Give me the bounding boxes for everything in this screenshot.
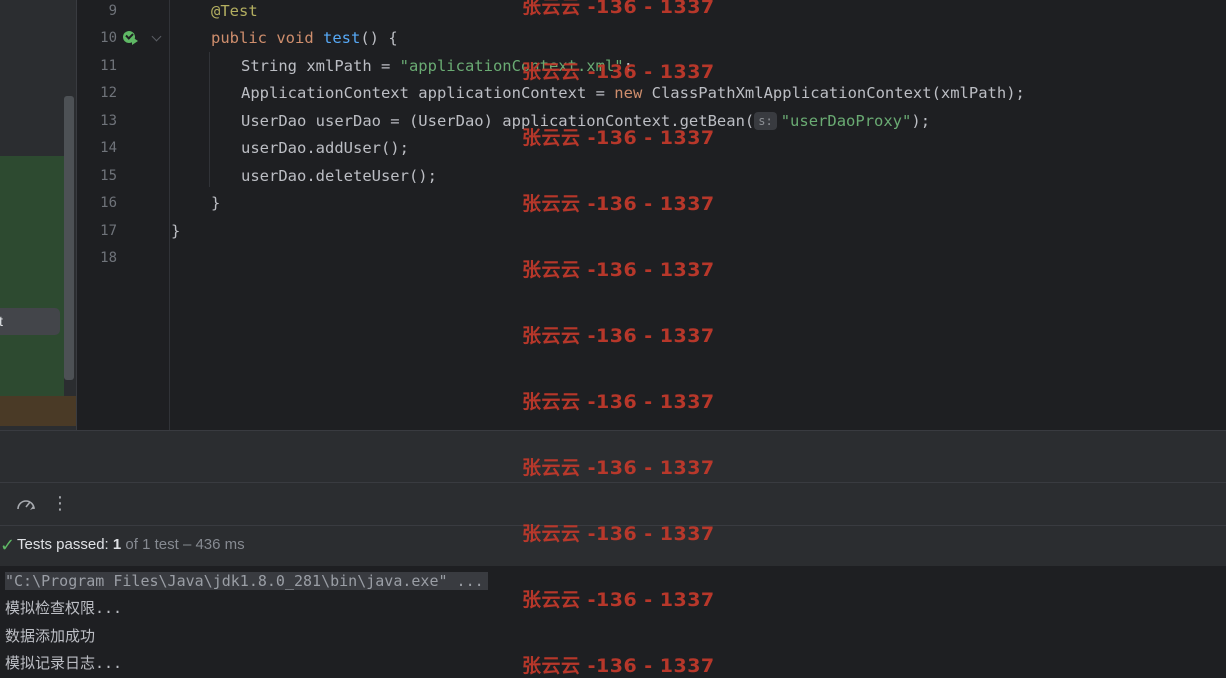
line-number: 16 [100, 195, 117, 211]
code-line-17: } [171, 222, 181, 240]
code-line-14: userDao.addUser(); [241, 139, 409, 157]
watermark: 张云云 -136 - 1337 [522, 523, 715, 545]
project-scrollbar[interactable] [64, 96, 74, 380]
code-text: () { [360, 29, 398, 47]
indent-guide [169, 0, 170, 430]
annotation-token: @Test [211, 2, 258, 20]
tests-total: of 1 test [125, 536, 179, 553]
keyword-token: public [211, 29, 267, 47]
code-text: ); [911, 112, 931, 130]
string-token: "userDaoProxy" [780, 112, 912, 130]
line-number: 11 [100, 58, 117, 74]
method-name-token: test [323, 29, 361, 47]
project-tree-selected-label: st [0, 313, 3, 329]
code-line-9: @Test [211, 0, 258, 25]
code-text: ClassPathXmlApplicationContext(xmlPath); [642, 84, 1025, 102]
line-number: 10 [100, 30, 117, 46]
parameter-hint: s: [754, 112, 777, 130]
tree-highlight [0, 156, 64, 396]
watermark: 张云云 -136 - 1337 [522, 457, 715, 479]
keyword-token: new [614, 84, 643, 102]
watermark: 张云云 -136 - 1337 [522, 127, 715, 149]
toolbar-divider-icon: | [0, 493, 2, 514]
console-line: 模拟检查权限... [5, 599, 123, 617]
speedometer-icon[interactable] [15, 493, 37, 518]
tests-status: Tests passed: 1 of 1 test – 436 ms [17, 536, 245, 553]
run-test-passed-icon[interactable] [123, 31, 138, 45]
watermark: 张云云 -136 - 1337 [522, 0, 715, 18]
line-number: 12 [100, 85, 117, 101]
fold-icon[interactable] [151, 31, 162, 42]
console-command-line[interactable]: "C:\Program Files\Java\jdk1.8.0_281\bin\… [5, 568, 488, 595]
code-line-15: userDao.deleteUser(); [241, 167, 437, 185]
code-line-10: public void test() { [211, 25, 398, 52]
project-tree-selected-item[interactable]: st [0, 308, 60, 335]
watermark: 张云云 -136 - 1337 [522, 325, 715, 347]
code-text: ApplicationContext applicationContext = [241, 84, 615, 102]
watermark: 张云云 -136 - 1337 [522, 61, 715, 83]
code-line-16: } [211, 194, 221, 212]
console-line: 数据添加成功 [5, 627, 96, 645]
line-number: 13 [100, 113, 117, 129]
indent-guide [209, 52, 210, 187]
code-line-12: ApplicationContext applicationContext = … [241, 80, 1025, 107]
code-text: String xmlPath = [241, 57, 400, 75]
line-number: 14 [100, 140, 117, 156]
tree-footer [0, 396, 76, 426]
tests-passed-count: 1 [112, 536, 122, 553]
more-options-icon[interactable]: ⋮ [51, 493, 69, 514]
watermark: 张云云 -136 - 1337 [522, 589, 715, 611]
watermark: 张云云 -136 - 1337 [522, 259, 715, 281]
line-number: 9 [108, 3, 117, 19]
watermark: 张云云 -136 - 1337 [522, 655, 715, 677]
line-number: 15 [100, 168, 117, 184]
tests-passed-label: Tests passed: [17, 536, 109, 553]
tests-duration: – 436 ms [182, 536, 245, 553]
watermark: 张云云 -136 - 1337 [522, 391, 715, 413]
line-number: 18 [100, 250, 117, 266]
project-tool-window: st [0, 0, 76, 430]
check-icon: ✓ [0, 535, 16, 556]
watermark: 张云云 -136 - 1337 [522, 193, 715, 215]
java-command[interactable]: "C:\Program Files\Java\jdk1.8.0_281\bin\… [5, 572, 488, 590]
keyword-token: void [276, 29, 314, 47]
line-number: 17 [100, 223, 117, 239]
